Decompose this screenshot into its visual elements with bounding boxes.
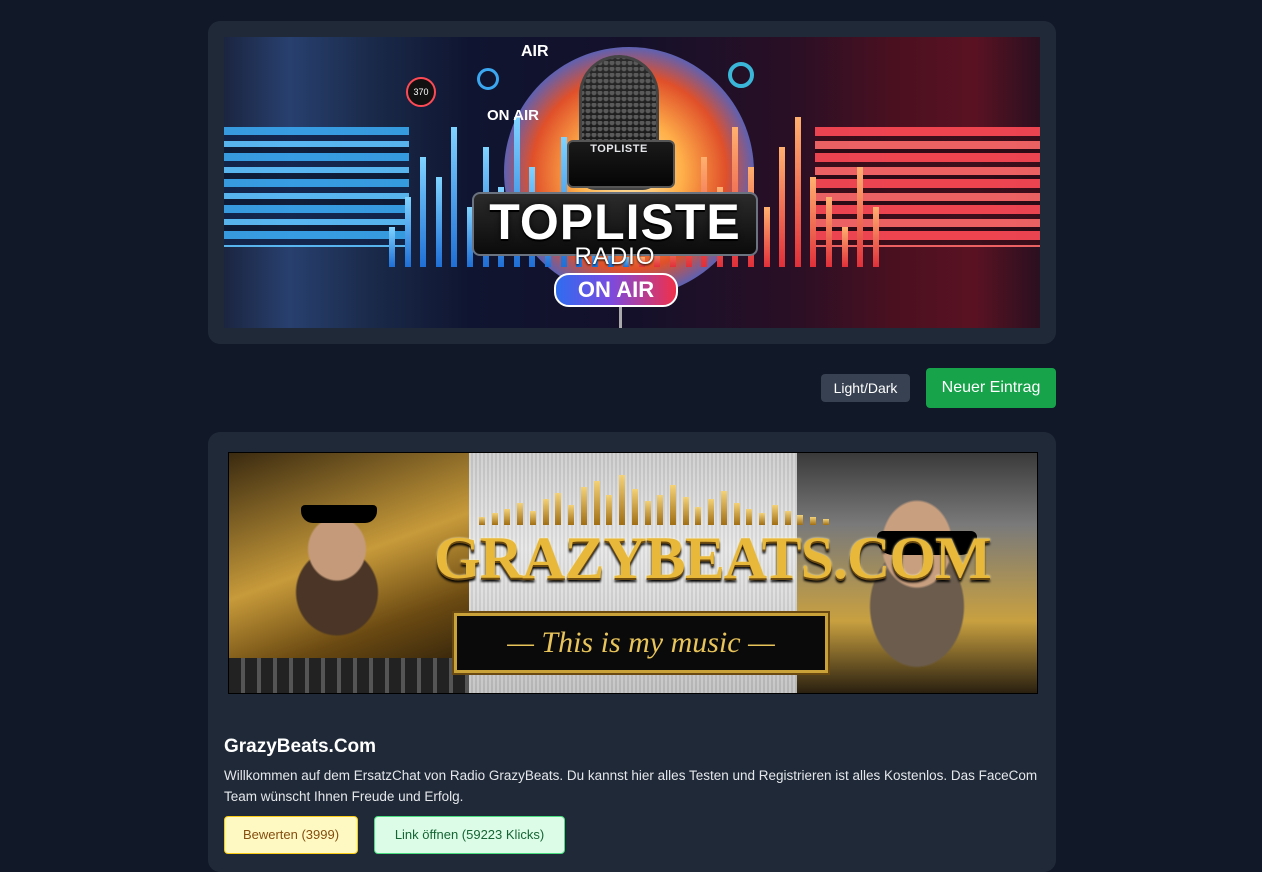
logo-subtitle: RADIO (574, 243, 656, 270)
banner-brand-text: GRAZYBEATS.COM (434, 525, 992, 591)
banner-stripes-left (224, 127, 409, 247)
equalizer-bar (420, 157, 427, 267)
gold-bar (593, 481, 600, 525)
dj-deck (229, 658, 469, 693)
gold-bar (606, 495, 613, 525)
open-link-button[interactable]: Link öffnen (59223 Klicks) (374, 816, 565, 854)
equalizer-bar (810, 177, 817, 267)
entry-card: GRAZYBEATS.COM — This is my music — Graz… (208, 432, 1056, 872)
equalizer-bar (451, 127, 458, 267)
topliste-radio-banner: 370 AIR ON AIR TOPLISTE TOPLISTE RADIO O… (224, 37, 1040, 328)
page: 370 AIR ON AIR TOPLISTE TOPLISTE RADIO O… (0, 0, 1262, 872)
gold-bar (631, 489, 638, 525)
microphone-label: TOPLISTE (590, 143, 648, 155)
rate-button[interactable]: Bewerten (3999) (224, 816, 358, 854)
gold-bar (720, 491, 727, 525)
logo-title: TOPLISTE (489, 194, 741, 250)
equalizer-bar (763, 207, 770, 267)
on-air-small-text: ON AIR (487, 107, 539, 124)
gold-bar (555, 493, 562, 525)
equalizer-bar (779, 147, 786, 267)
gold-bar (568, 505, 575, 525)
gold-bar (542, 499, 549, 525)
gold-bar (708, 499, 715, 525)
on-air-badge: ON AIR (554, 273, 678, 307)
gold-bar (670, 485, 677, 525)
new-entry-button[interactable]: Neuer Eintrag (926, 368, 1056, 408)
gold-bar (657, 495, 664, 525)
air-text: AIR (521, 43, 549, 60)
theme-toggle-button[interactable]: Light/Dark (821, 374, 910, 402)
gold-bar (517, 503, 524, 525)
gold-bar (733, 503, 740, 525)
gold-equalizer-bars (479, 473, 829, 525)
equalizer-bar (435, 177, 442, 267)
header-card: 370 AIR ON AIR TOPLISTE TOPLISTE RADIO O… (208, 21, 1056, 344)
entry-banner-image[interactable]: GRAZYBEATS.COM — This is my music — (228, 452, 1038, 694)
gold-bar (644, 501, 651, 525)
sunglasses-icon (301, 505, 377, 523)
equalizer-bar (826, 197, 833, 267)
gold-bar (682, 497, 689, 525)
equalizer-bar (389, 227, 395, 267)
gold-bar (580, 487, 587, 525)
equalizer-bar (404, 197, 411, 267)
equalizer-bar (857, 167, 864, 267)
entry-title: GrazyBeats.Com (224, 736, 377, 757)
banner-slogan: — This is my music — (507, 626, 775, 659)
gold-bar (619, 475, 626, 525)
equalizer-bar (872, 207, 879, 267)
dj-left-image (229, 453, 469, 693)
entry-description: Willkommen auf dem ErsatzChat von Radio … (224, 768, 1038, 804)
dial-icon: 370 (406, 77, 436, 107)
ring-decoration (728, 62, 754, 88)
equalizer-bar (841, 227, 848, 267)
ring-decoration (477, 68, 499, 90)
gold-bar (771, 505, 778, 525)
equalizer-bar (794, 117, 801, 267)
